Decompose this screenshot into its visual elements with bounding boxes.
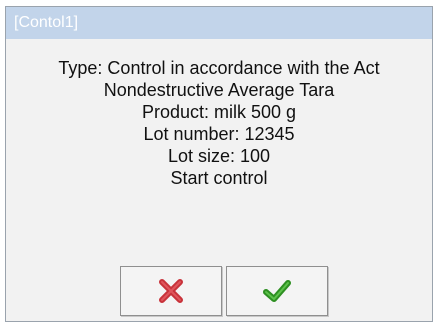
message-line-lot-number: Lot number: 12345 [143,124,295,144]
message-line-method: Nondestructive Average Tara [103,80,335,100]
message-line-prompt: Start control [170,168,268,188]
checkmark-icon [262,278,292,304]
cancel-button[interactable] [120,266,222,316]
message-line-product: Product: milk 500 g [141,102,297,122]
close-icon [158,278,184,304]
dialog-message: Type: Control in accordance with the Act… [6,57,432,189]
message-line-lot-size: Lot size: 100 [167,146,271,166]
dialog-title: [Contol1] [6,7,432,39]
message-line-type: Type: Control in accordance with the Act [58,58,380,78]
control-dialog: [Contol1] Type: Control in accordance wi… [5,6,433,322]
confirm-button[interactable] [226,266,328,316]
